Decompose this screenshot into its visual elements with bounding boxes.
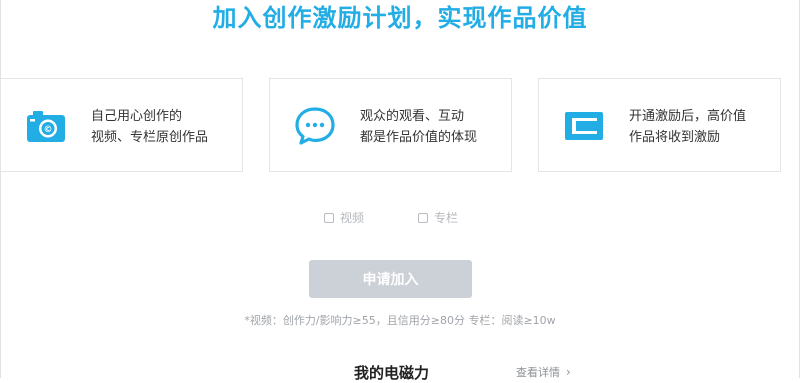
- chevron-right-icon: ›: [566, 365, 571, 379]
- section-title-electromagnetic-power: 我的电磁力: [354, 364, 430, 382]
- benefit-card-audience-interaction: 观众的观看、互动 都是作品价值的体现: [269, 78, 512, 172]
- card-line-2: 都是作品价值的体现: [360, 130, 478, 145]
- card-text: 开通激励后，高价值 作品将收到激励: [629, 106, 746, 148]
- wallet-icon: [563, 106, 605, 146]
- checkbox-box[interactable]: [324, 212, 334, 223]
- option-label: 视频: [340, 211, 365, 225]
- card-text: 自己用心创作的 视频、专栏原创作品: [91, 106, 208, 148]
- card-text: 观众的观看、互动 都是作品价值的体现: [360, 106, 477, 148]
- benefit-card-original-works: © 自己用心创作的 视频、专栏原创作品: [0, 78, 243, 172]
- card-line-2: 视频、专栏原创作品: [91, 130, 209, 145]
- eligibility-note: *视频：创作力/影响力≥55，且信用分≥80分 专栏：阅读≥10w: [244, 314, 556, 327]
- chat-bubble-icon: [294, 106, 336, 146]
- apply-join-button[interactable]: 申请加入: [309, 260, 472, 298]
- page-headline: 加入创作激励计划，实现作品价值: [212, 4, 588, 32]
- card-line-2: 作品将收到激励: [629, 130, 721, 145]
- option-column-checkbox[interactable]: 专栏: [418, 209, 458, 226]
- card-line-1: 开通激励后，高价值: [629, 109, 747, 124]
- benefit-card-incentive: 开通激励后，高价值 作品将收到激励: [538, 78, 781, 172]
- card-line-1: 观众的观看、互动: [360, 109, 465, 124]
- option-video-checkbox[interactable]: 视频: [324, 209, 364, 226]
- option-label: 专栏: [434, 211, 459, 225]
- checkbox-box[interactable]: [418, 212, 428, 223]
- svg-text:©: ©: [44, 125, 53, 135]
- card-line-1: 自己用心创作的: [91, 109, 183, 124]
- camera-icon: ©: [25, 106, 67, 146]
